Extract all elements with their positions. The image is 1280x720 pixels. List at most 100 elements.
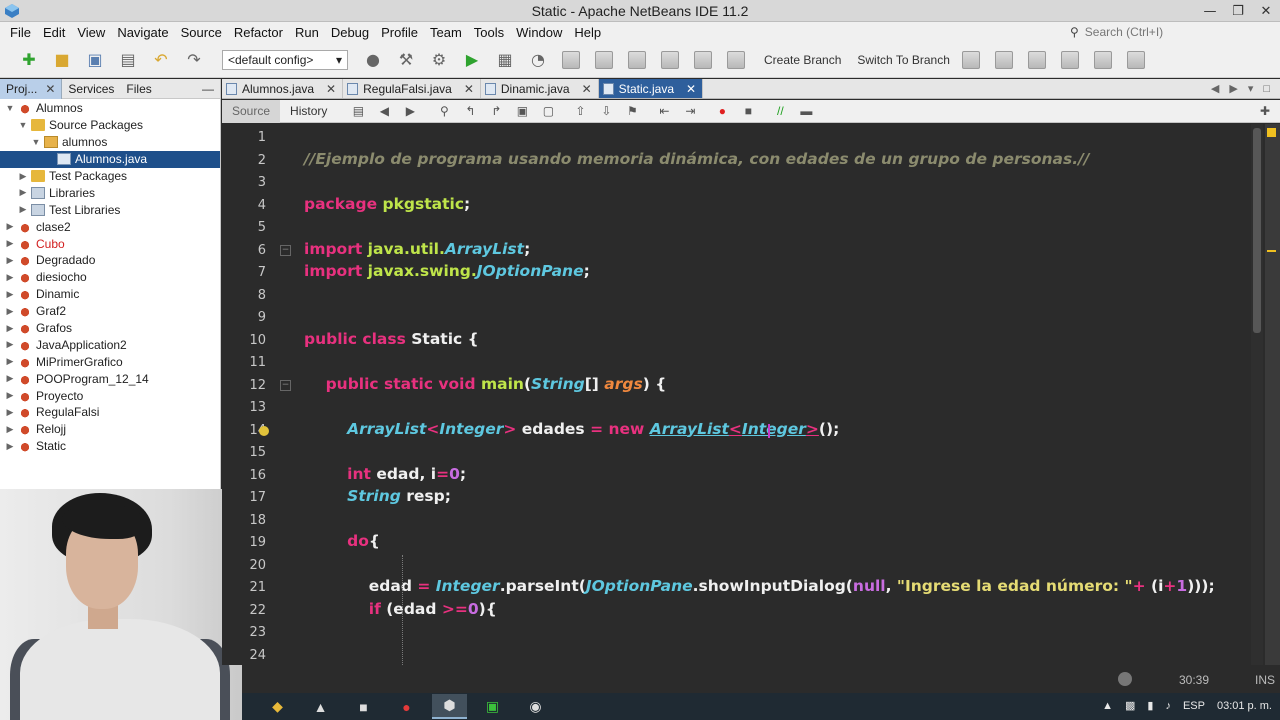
collapse-toggle-icon[interactable]: ▶ bbox=[4, 306, 16, 317]
menu-view[interactable]: View bbox=[71, 25, 111, 40]
tree-item[interactable]: ▶ diesiocho bbox=[0, 269, 220, 286]
tree-item[interactable]: ▶ Relojj bbox=[0, 421, 220, 438]
close-icon[interactable]: ✕ bbox=[45, 82, 55, 96]
save-all-icon[interactable]: ▤ bbox=[115, 47, 141, 73]
close-icon[interactable]: ✕ bbox=[464, 82, 474, 96]
start-macro-icon[interactable]: ● bbox=[711, 101, 733, 121]
tab-alumnos-java[interactable]: Alumnos.java ✕ bbox=[222, 79, 344, 98]
redo-icon[interactable]: ↷ bbox=[181, 47, 207, 73]
run-icon[interactable]: ▶ bbox=[459, 47, 485, 73]
uncomment-icon[interactable]: ▬ bbox=[795, 101, 817, 121]
tab-scroll-left-icon[interactable]: ◀ bbox=[1211, 82, 1219, 95]
collapse-toggle-icon[interactable]: ▶ bbox=[4, 390, 16, 401]
menu-team[interactable]: Team bbox=[424, 25, 468, 40]
last-edit-icon[interactable]: ▤ bbox=[347, 101, 369, 121]
tree-item[interactable]: ▶ Dinamic bbox=[0, 286, 220, 303]
tray-volume-icon[interactable]: ♪ bbox=[1165, 700, 1171, 712]
tab-list-icon[interactable]: ▾ bbox=[1248, 82, 1254, 95]
menu-tools[interactable]: Tools bbox=[468, 25, 510, 40]
menu-help[interactable]: Help bbox=[568, 25, 607, 40]
toggle-bookmark-icon[interactable]: ⚑ bbox=[621, 101, 643, 121]
tree-item[interactable]: Alumnos.java bbox=[0, 150, 220, 168]
tree-item[interactable]: ▶ Static bbox=[0, 438, 220, 455]
minimize-button[interactable]: — bbox=[1196, 0, 1224, 22]
warning-marker[interactable] bbox=[1267, 128, 1276, 137]
git-icon-10[interactable] bbox=[1057, 47, 1083, 73]
close-button[interactable]: ✕ bbox=[1252, 0, 1280, 22]
open-project-icon[interactable]: ▣ bbox=[82, 47, 108, 73]
switch-branch-button[interactable]: Switch To Branch bbox=[857, 53, 950, 67]
build-icon[interactable]: ⚒ bbox=[393, 47, 419, 73]
create-branch-button[interactable]: Create Branch bbox=[764, 53, 841, 67]
tree-item[interactable]: ▶ RegulaFalsi bbox=[0, 404, 220, 421]
expand-toggle-icon[interactable]: ▼ bbox=[30, 137, 42, 147]
tree-item[interactable]: ▼ alumnos bbox=[0, 134, 220, 151]
collapse-toggle-icon[interactable]: ▶ bbox=[4, 339, 16, 350]
error-stripe[interactable] bbox=[1265, 124, 1280, 665]
tab-scroll-right-icon[interactable]: ▶ bbox=[1229, 82, 1237, 95]
tree-item[interactable]: ▶ Cubo bbox=[0, 235, 220, 252]
search-box[interactable]: ⚲ Search (Ctrl+I) bbox=[1070, 23, 1270, 41]
forward-icon[interactable]: ▶ bbox=[399, 101, 421, 121]
stop-macro-icon[interactable]: ■ bbox=[737, 101, 759, 121]
comment-icon[interactable]: // bbox=[769, 101, 791, 121]
collapse-toggle-icon[interactable]: ▶ bbox=[4, 407, 16, 418]
git-icon-2[interactable] bbox=[591, 47, 617, 73]
collapse-toggle-icon[interactable]: ▶ bbox=[17, 204, 29, 215]
tray-expand-icon[interactable]: ▲ bbox=[1102, 700, 1113, 712]
tree-item[interactable]: ▶ MiPrimerGrafico bbox=[0, 353, 220, 370]
tray-battery-icon[interactable]: ▮ bbox=[1147, 699, 1153, 712]
maximize-button[interactable]: ❐ bbox=[1224, 0, 1252, 22]
close-icon[interactable]: ✕ bbox=[326, 82, 336, 96]
git-icon-8[interactable] bbox=[991, 47, 1017, 73]
hint-bulb-icon[interactable] bbox=[259, 425, 269, 436]
collapse-toggle-icon[interactable]: ▶ bbox=[4, 373, 16, 384]
tree-item[interactable]: ▶ Grafos bbox=[0, 320, 220, 337]
tree-item[interactable]: ▶ Test Packages bbox=[0, 168, 220, 185]
find-prev-icon[interactable]: ↰ bbox=[459, 101, 481, 121]
collapse-toggle-icon[interactable]: ▶ bbox=[4, 255, 16, 266]
tree-item[interactable]: ▶ Degradado bbox=[0, 252, 220, 269]
menu-window[interactable]: Window bbox=[510, 25, 568, 40]
tab-static-java[interactable]: Static.java ✕ bbox=[598, 79, 704, 98]
taskbar-app-7-icon[interactable]: ◉ bbox=[518, 694, 553, 719]
debug-icon[interactable]: ▦ bbox=[492, 47, 518, 73]
maximize-editor-icon[interactable]: □ bbox=[1263, 83, 1270, 95]
new-project-icon[interactable]: ■ bbox=[49, 47, 75, 73]
git-icon-11[interactable] bbox=[1090, 47, 1116, 73]
new-file-icon[interactable]: ✚ bbox=[16, 47, 42, 73]
tab-files[interactable]: Files bbox=[120, 79, 157, 99]
shift-left-icon[interactable]: ⇤ bbox=[653, 101, 675, 121]
tree-item[interactable]: ▶ Test Libraries bbox=[0, 201, 220, 218]
git-icon-12[interactable] bbox=[1123, 47, 1149, 73]
toggle-rect-select-icon[interactable]: ▢ bbox=[537, 101, 559, 121]
menu-source[interactable]: Source bbox=[175, 25, 228, 40]
tree-item[interactable]: ▶ clase2 bbox=[0, 218, 220, 235]
clean-build-icon[interactable]: ⚙ bbox=[426, 47, 452, 73]
expand-toggle-icon[interactable]: ▼ bbox=[17, 120, 29, 130]
scrollbar-thumb[interactable] bbox=[1253, 128, 1261, 333]
tab-dinamic-java[interactable]: Dinamic.java ✕ bbox=[481, 79, 599, 98]
taskbar-app-4-icon[interactable]: ● bbox=[389, 694, 424, 719]
tree-item[interactable]: ▼ Alumnos bbox=[0, 100, 220, 117]
tab-history[interactable]: History bbox=[280, 100, 337, 123]
tree-item[interactable]: ▼ Source Packages bbox=[0, 117, 220, 134]
collapse-toggle-icon[interactable]: ▶ bbox=[4, 238, 16, 249]
split-editor-icon[interactable]: ✚ bbox=[1254, 101, 1276, 121]
notifications-icon[interactable] bbox=[1118, 672, 1132, 686]
git-icon-5[interactable] bbox=[690, 47, 716, 73]
shift-right-icon[interactable]: ⇥ bbox=[679, 101, 701, 121]
back-icon[interactable]: ◀ bbox=[373, 101, 395, 121]
vertical-scrollbar[interactable] bbox=[1251, 124, 1263, 665]
taskbar-app-2-icon[interactable]: ▲ bbox=[303, 694, 338, 719]
git-icon-6[interactable] bbox=[723, 47, 749, 73]
minimize-icon[interactable]: — bbox=[202, 82, 214, 96]
tree-item[interactable]: ▶ JavaApplication2 bbox=[0, 336, 220, 353]
tray-language[interactable]: ESP bbox=[1183, 700, 1205, 712]
tab-regulafalsi-java[interactable]: RegulaFalsi.java ✕ bbox=[343, 79, 481, 98]
collapse-toggle-icon[interactable]: ▶ bbox=[4, 441, 16, 452]
collapse-toggle-icon[interactable]: ▶ bbox=[4, 289, 16, 300]
config-select[interactable]: <default config> ▾ bbox=[222, 49, 348, 70]
prev-bookmark-icon[interactable]: ⇧ bbox=[569, 101, 591, 121]
git-icon-3[interactable] bbox=[624, 47, 650, 73]
